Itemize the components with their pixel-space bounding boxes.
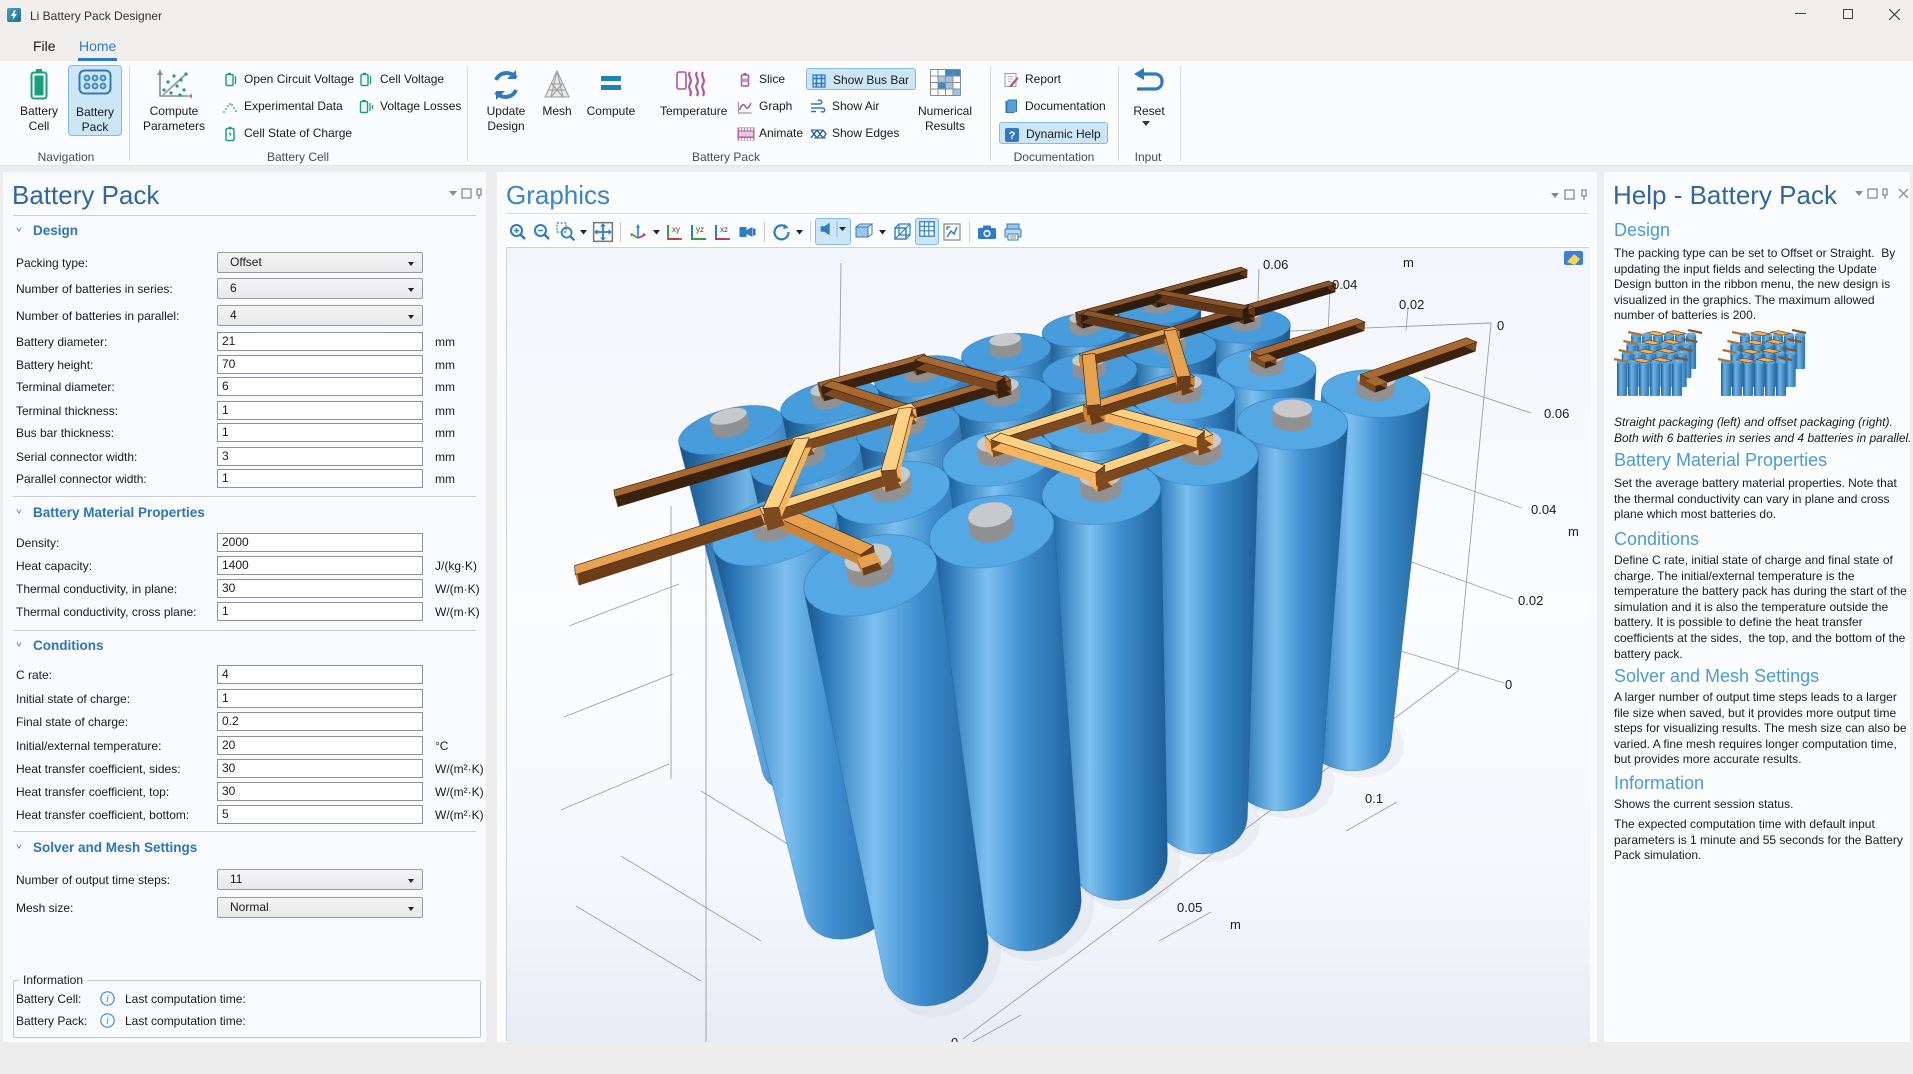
svg-text:0.04: 0.04 (1531, 502, 1556, 517)
svg-text:i: i (106, 994, 109, 1005)
svg-text:0.06: 0.06 (1263, 257, 1288, 272)
svg-text:m: m (1568, 524, 1579, 539)
svg-text:0.04: 0.04 (1332, 277, 1357, 292)
svg-text:yz: yz (696, 225, 704, 234)
svg-text:0.06: 0.06 (1544, 406, 1569, 421)
svg-text:i: i (106, 1016, 109, 1027)
svg-text:0: 0 (1505, 677, 1512, 692)
svg-text:0.05: 0.05 (1177, 900, 1202, 915)
svg-text:m: m (1230, 917, 1241, 932)
svg-text:xy: xy (672, 225, 680, 234)
svg-text:0.02: 0.02 (1399, 297, 1424, 312)
svg-text:0: 0 (951, 1035, 958, 1042)
svg-text:?: ? (1009, 130, 1016, 142)
svg-text:xz: xz (720, 225, 728, 234)
svg-text:0.02: 0.02 (1518, 593, 1543, 608)
svg-text:0.1: 0.1 (1365, 791, 1383, 806)
svg-text:m: m (1403, 255, 1414, 270)
svg-text:0: 0 (1497, 318, 1504, 333)
